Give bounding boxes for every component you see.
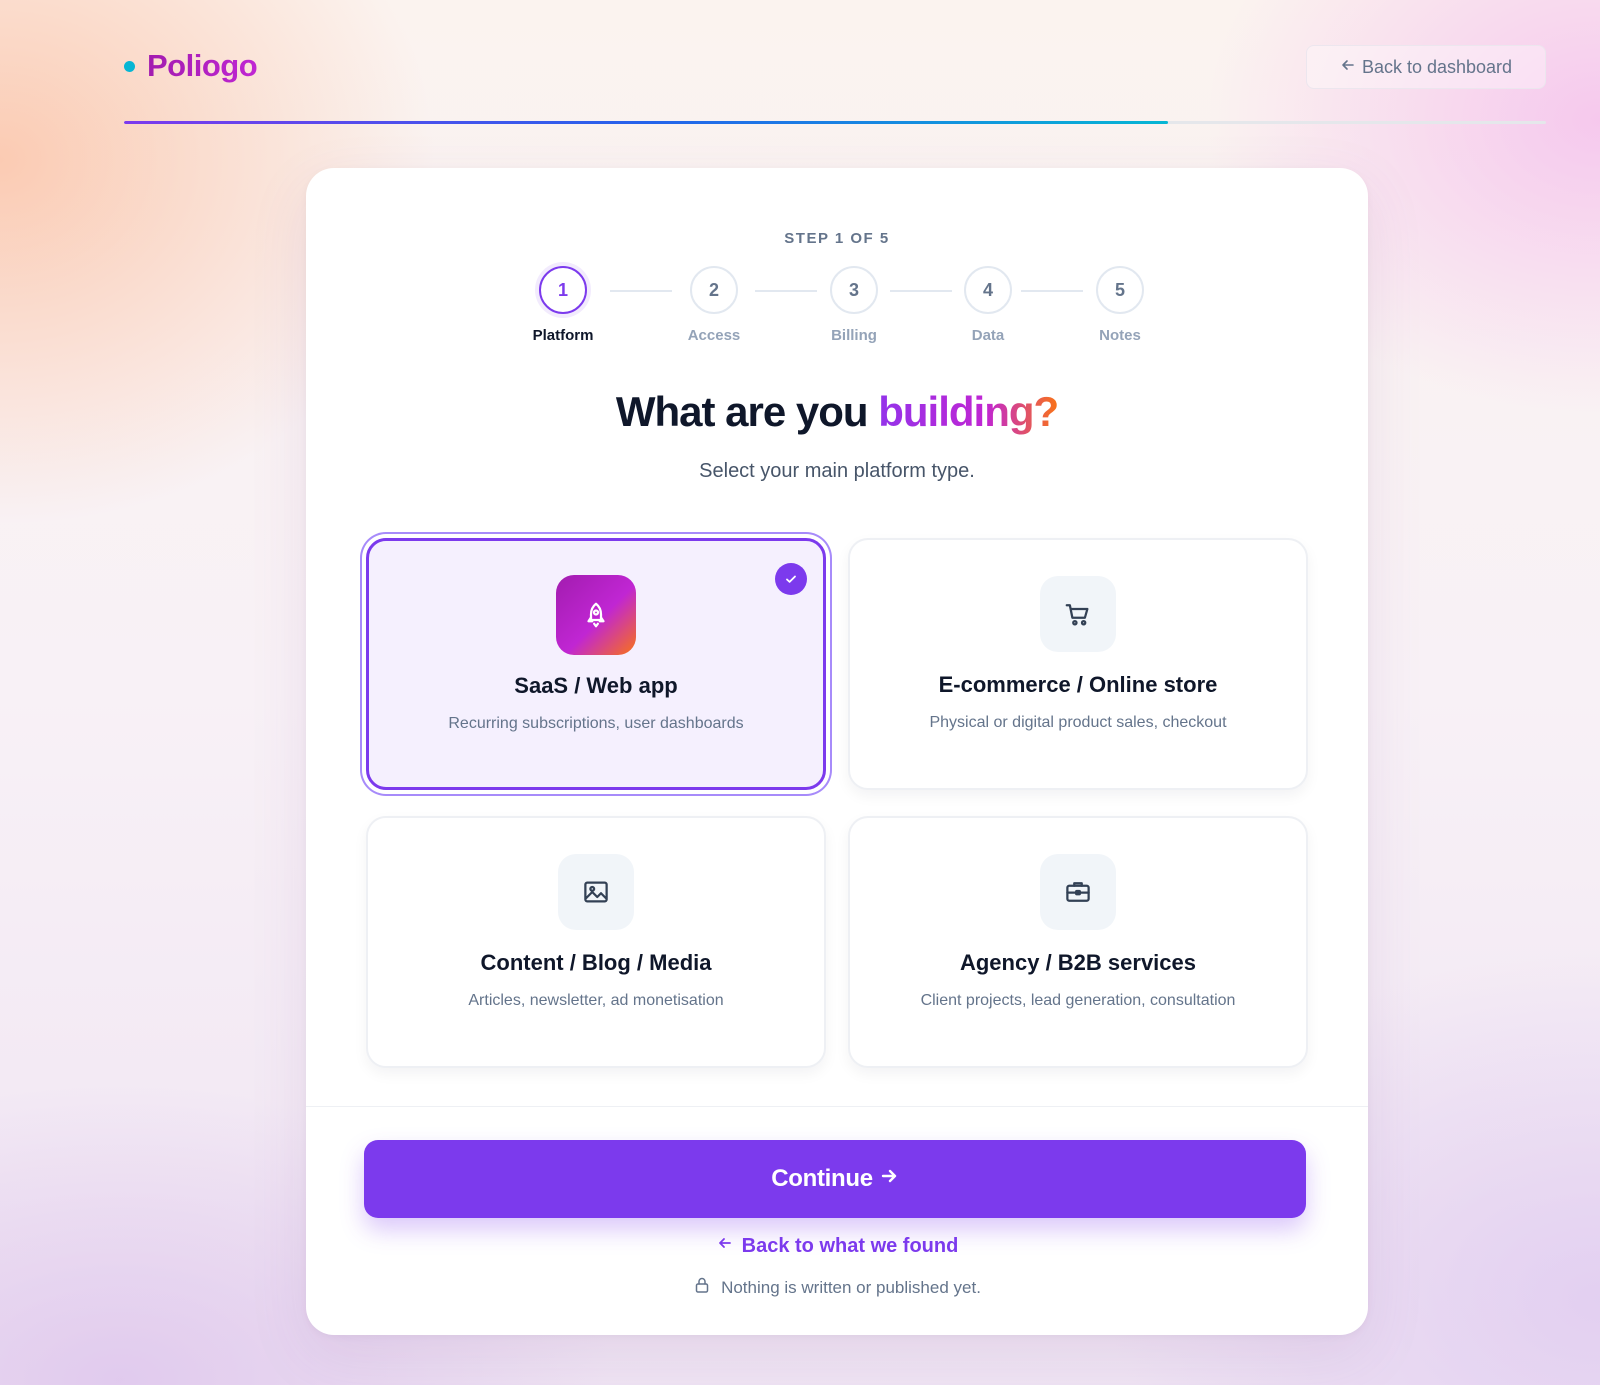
briefcase-icon [1040, 854, 1116, 930]
option-description: Physical or digital product sales, check… [929, 714, 1227, 731]
back-to-findings-link[interactable]: Back to what we found [306, 1234, 1368, 1258]
option-title: Content / Blog / Media [480, 950, 712, 975]
step-number: 4 [964, 266, 1012, 314]
continue-label: Continue [771, 1165, 873, 1192]
page-title-accent: building? [878, 388, 1059, 435]
card-divider [306, 1106, 1368, 1107]
step-number: 3 [830, 266, 878, 314]
step-label: Platform [532, 327, 594, 344]
progress-bar [124, 121, 1546, 124]
privacy-note: Nothing is written or published yet. [306, 1276, 1368, 1299]
stepper: 1 Platform 2 Access 3 Billing 4 Data 5 N… [306, 168, 1368, 368]
image-icon [558, 854, 634, 930]
option-agency-b2b[interactable]: Agency / B2B services Client projects, l… [848, 816, 1308, 1068]
option-ecommerce[interactable]: E-commerce / Online store Physical or di… [848, 538, 1308, 790]
back-to-dashboard-label: Back to dashboard [1361, 56, 1513, 77]
shopping-cart-icon [1040, 576, 1116, 652]
step-label: Access [687, 327, 741, 344]
rocket-icon [556, 575, 636, 655]
arrow-left-icon [716, 1234, 734, 1258]
step-billing[interactable]: 3 Billing [794, 266, 914, 344]
brand-name: Poliogo [147, 48, 258, 83]
step-number: 2 [690, 266, 738, 314]
option-title: Agency / B2B services [959, 950, 1197, 975]
check-icon [775, 563, 807, 595]
step-label: Billing [831, 327, 877, 344]
logo-dot [124, 60, 135, 72]
step-label: Notes [1099, 327, 1141, 344]
option-content-blog-media[interactable]: Content / Blog / Media Articles, newslet… [366, 816, 826, 1068]
arrow-left-icon [1340, 57, 1356, 78]
step-label: Data [971, 327, 1005, 344]
option-description: Client projects, lead generation, consul… [920, 992, 1236, 1009]
option-description: Articles, newsletter, ad monetisation [468, 992, 724, 1009]
option-description: Recurring subscriptions, user dashboards [448, 715, 744, 732]
brand-logo[interactable]: Poliogo [124, 48, 258, 84]
progress-bar-fill [124, 121, 1168, 124]
option-saas-web-app[interactable]: SaaS / Web app Recurring subscriptions, … [366, 538, 826, 790]
option-title: SaaS / Web app [514, 673, 678, 698]
lock-icon [693, 1276, 711, 1299]
option-title: E-commerce / Online store [938, 672, 1218, 697]
step-access[interactable]: 2 Access [654, 266, 774, 344]
onboarding-card: STEP 1 OF 5 1 Platform 2 Access 3 Billin… [306, 168, 1368, 1335]
page-subtitle: Select your main platform type. [699, 460, 975, 482]
back-to-findings-label: Back to what we found [741, 1234, 959, 1257]
step-number: 5 [1096, 266, 1144, 314]
back-to-dashboard-button[interactable]: Back to dashboard [1306, 45, 1546, 89]
step-notes[interactable]: 5 Notes [1060, 266, 1180, 344]
arrow-right-icon [879, 1165, 899, 1193]
step-platform[interactable]: 1 Platform [503, 266, 623, 344]
page-title-main: What are you [615, 388, 879, 435]
step-data[interactable]: 4 Data [928, 266, 1048, 344]
page-title: What are you building? [306, 388, 1368, 436]
step-number: 1 [539, 266, 587, 314]
privacy-note-text: Nothing is written or published yet. [721, 1277, 981, 1297]
continue-button[interactable]: Continue [364, 1140, 1306, 1218]
